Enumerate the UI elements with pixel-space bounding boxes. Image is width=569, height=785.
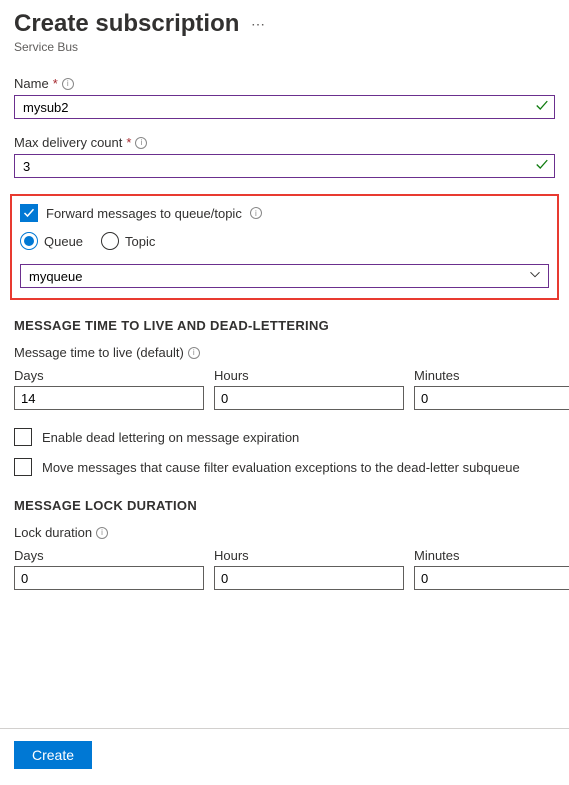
lock-section-header: MESSAGE LOCK DURATION	[14, 498, 555, 513]
service-name: Service Bus	[14, 40, 555, 54]
radio-queue[interactable]: Queue	[20, 232, 83, 250]
filter-exception-label: Move messages that cause filter evaluati…	[42, 460, 520, 475]
page-title: Create subscription	[14, 10, 239, 38]
ttl-hours-label: Hours	[214, 368, 404, 383]
create-button[interactable]: Create	[14, 741, 92, 769]
max-delivery-input[interactable]	[14, 154, 555, 178]
forward-checkbox[interactable]	[20, 204, 38, 222]
max-delivery-label: Max delivery count * i	[14, 135, 555, 150]
ttl-days-input[interactable]	[14, 386, 204, 410]
radio-topic[interactable]: Topic	[101, 232, 155, 250]
ttl-days-label: Days	[14, 368, 204, 383]
ttl-section-header: MESSAGE TIME TO LIVE AND DEAD-LETTERING	[14, 318, 555, 333]
info-icon[interactable]: i	[250, 207, 262, 219]
lock-hours-label: Hours	[214, 548, 404, 563]
name-label: Name * i	[14, 76, 555, 91]
ttl-minutes-label: Minutes	[414, 368, 569, 383]
ttl-minutes-input[interactable]	[414, 386, 569, 410]
dead-letter-label: Enable dead lettering on message expirat…	[42, 430, 299, 445]
forward-checkbox-label: Forward messages to queue/topic	[46, 206, 242, 221]
lock-minutes-label: Minutes	[414, 548, 569, 563]
more-icon[interactable]: ⋯	[251, 16, 267, 33]
forward-section: Forward messages to queue/topic i Queue …	[10, 194, 559, 300]
lock-days-label: Days	[14, 548, 204, 563]
ttl-hours-input[interactable]	[214, 386, 404, 410]
filter-exception-checkbox[interactable]	[14, 458, 32, 476]
info-icon[interactable]: i	[62, 78, 74, 90]
info-icon[interactable]: i	[96, 527, 108, 539]
name-input[interactable]	[14, 95, 555, 119]
forward-target-select[interactable]	[20, 264, 549, 288]
lock-subtitle: Lock duration i	[14, 525, 555, 540]
ttl-subtitle: Message time to live (default) i	[14, 345, 555, 360]
lock-days-input[interactable]	[14, 566, 204, 590]
info-icon[interactable]: i	[135, 137, 147, 149]
dead-letter-checkbox[interactable]	[14, 428, 32, 446]
lock-hours-input[interactable]	[214, 566, 404, 590]
lock-minutes-input[interactable]	[414, 566, 569, 590]
info-icon[interactable]: i	[188, 347, 200, 359]
